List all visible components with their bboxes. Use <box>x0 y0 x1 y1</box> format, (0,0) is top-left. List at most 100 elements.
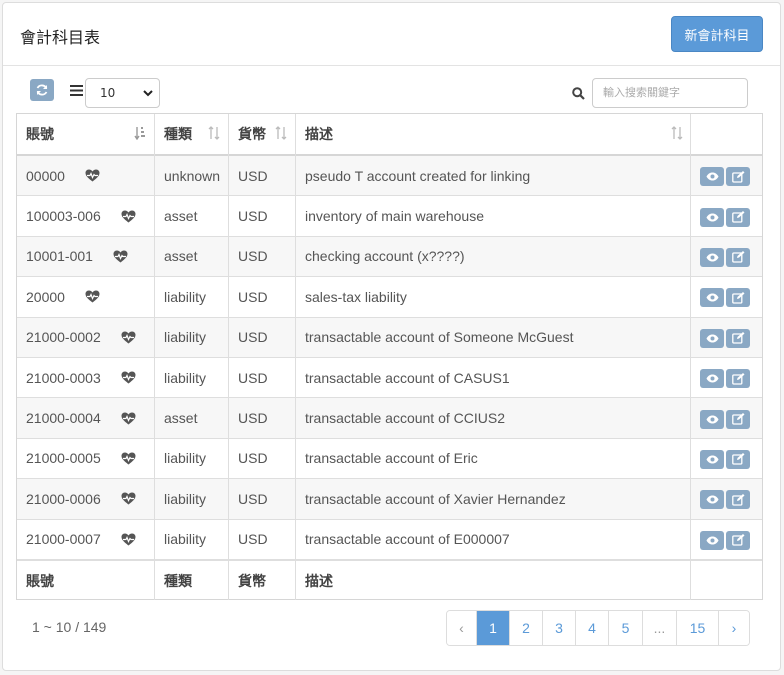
account-cell: 21000-0007 <box>26 531 101 548</box>
view-button[interactable] <box>700 207 724 227</box>
edit-button[interactable] <box>726 369 750 389</box>
page-size-select[interactable]: 10 <box>85 78 160 108</box>
page-prev[interactable]: ‹ <box>447 611 477 645</box>
edit-button[interactable] <box>726 167 750 187</box>
column-divider <box>295 114 296 600</box>
page-size-value: 10 <box>100 86 116 100</box>
view-button[interactable] <box>700 449 724 469</box>
view-button[interactable] <box>700 288 724 308</box>
type-cell: liability <box>164 490 207 507</box>
account-cell: 00000 <box>26 167 65 184</box>
edit-button[interactable] <box>726 449 750 469</box>
type-cell: asset <box>164 410 198 427</box>
sort-icon[interactable] <box>671 126 683 140</box>
table-row: 10001-001 asset USD checking account (x????… <box>17 236 762 278</box>
view-button[interactable] <box>700 247 724 267</box>
sort-icon[interactable] <box>275 126 287 140</box>
page-link[interactable]: 4 <box>576 611 609 645</box>
table-row: 21000-0006 liability USD transactable accou… <box>17 479 762 520</box>
column-header-account[interactable]: 賬號 <box>26 114 54 154</box>
heartbeat-icon[interactable] <box>121 412 136 425</box>
footer-currency: 貨幣 <box>238 572 266 589</box>
page-next[interactable]: › <box>719 611 749 645</box>
heartbeat-icon[interactable] <box>121 533 136 546</box>
type-cell: liability <box>164 288 207 305</box>
edit-icon <box>731 251 744 264</box>
heartbeat-icon[interactable] <box>121 210 136 223</box>
page-link[interactable]: 15 <box>677 611 719 645</box>
description-cell: transactable account of Xavier Hernandez <box>305 490 566 507</box>
description-cell: transactable account of CASUS1 <box>305 369 510 386</box>
edit-icon <box>731 372 744 385</box>
accounts-table: 賬號 種類 貨幣 描述 00000 unknown USD pseudo T acco… <box>16 113 763 600</box>
edit-icon <box>731 332 744 344</box>
type-cell: asset <box>164 208 198 225</box>
footer-type: 種類 <box>164 572 192 589</box>
view-button[interactable] <box>700 167 724 187</box>
column-divider <box>154 114 155 600</box>
refresh-button[interactable] <box>30 79 54 101</box>
page-title: 會計科目表 <box>20 28 101 47</box>
page-link[interactable]: 5 <box>609 611 643 645</box>
column-header-currency[interactable]: 貨幣 <box>238 114 266 154</box>
heartbeat-icon[interactable] <box>121 492 136 505</box>
edit-button[interactable] <box>726 247 750 267</box>
heartbeat-icon[interactable] <box>121 452 136 465</box>
edit-button[interactable] <box>726 207 750 227</box>
page-ellipsis: ... <box>643 611 677 645</box>
edit-icon <box>731 493 744 506</box>
type-cell: liability <box>164 329 207 346</box>
currency-cell: USD <box>238 369 268 386</box>
account-cell: 21000-0004 <box>26 410 101 427</box>
edit-icon <box>731 211 744 223</box>
edit-icon <box>731 453 744 466</box>
heartbeat-icon[interactable] <box>113 250 128 263</box>
type-cell: liability <box>164 450 207 467</box>
table-row: 21000-0002 liability USD transactable accou… <box>17 317 762 358</box>
sort-asc-icon[interactable] <box>134 126 146 140</box>
account-cell: 10001-001 <box>26 248 93 265</box>
search-input[interactable]: 輸入搜索關鍵字 <box>592 78 748 108</box>
new-account-button[interactable]: 新會計科目 <box>671 16 763 52</box>
page-link[interactable]: 2 <box>510 611 543 645</box>
heartbeat-icon[interactable] <box>85 290 100 303</box>
type-cell: liability <box>164 369 207 386</box>
view-button[interactable] <box>700 409 724 429</box>
list-icon <box>70 85 83 96</box>
chevron-down-icon <box>143 90 153 97</box>
heartbeat-icon[interactable] <box>121 371 136 384</box>
pagination: ‹ 1 2 3 4 5 ... 15 › <box>446 610 750 646</box>
table-header: 賬號 種類 貨幣 描述 <box>17 114 762 156</box>
view-button[interactable] <box>700 530 724 550</box>
edit-icon <box>731 413 744 425</box>
edit-button[interactable] <box>726 288 750 308</box>
search-icon <box>572 87 585 100</box>
panel-header: 會計科目表 新會計科目 <box>3 3 780 66</box>
view-button[interactable] <box>700 369 724 389</box>
table-footer: 賬號 種類 貨幣 描述 <box>17 560 762 600</box>
heartbeat-icon[interactable] <box>121 331 136 344</box>
currency-cell: USD <box>238 410 268 427</box>
description-cell: sales-tax liability <box>305 288 407 305</box>
description-cell: transactable account of Someone McGuest <box>305 329 574 346</box>
edit-button[interactable] <box>726 328 750 348</box>
description-cell: transactable account of Eric <box>305 450 478 467</box>
heartbeat-icon[interactable] <box>85 169 100 182</box>
eye-icon <box>706 253 718 262</box>
eye-icon <box>706 455 718 464</box>
column-header-description[interactable]: 描述 <box>305 114 333 154</box>
edit-button[interactable] <box>726 530 750 550</box>
view-button[interactable] <box>700 490 724 510</box>
currency-cell: USD <box>238 329 268 346</box>
edit-button[interactable] <box>726 409 750 429</box>
currency-cell: USD <box>238 208 268 225</box>
account-cell: 21000-0005 <box>26 450 101 467</box>
account-cell: 100003-006 <box>26 208 101 225</box>
page-link[interactable]: 3 <box>543 611 576 645</box>
column-header-type[interactable]: 種類 <box>164 114 192 154</box>
edit-button[interactable] <box>726 490 750 510</box>
view-button[interactable] <box>700 328 724 348</box>
type-cell: liability <box>164 531 207 548</box>
page-link[interactable]: 1 <box>477 611 510 645</box>
sort-icon[interactable] <box>208 126 220 140</box>
